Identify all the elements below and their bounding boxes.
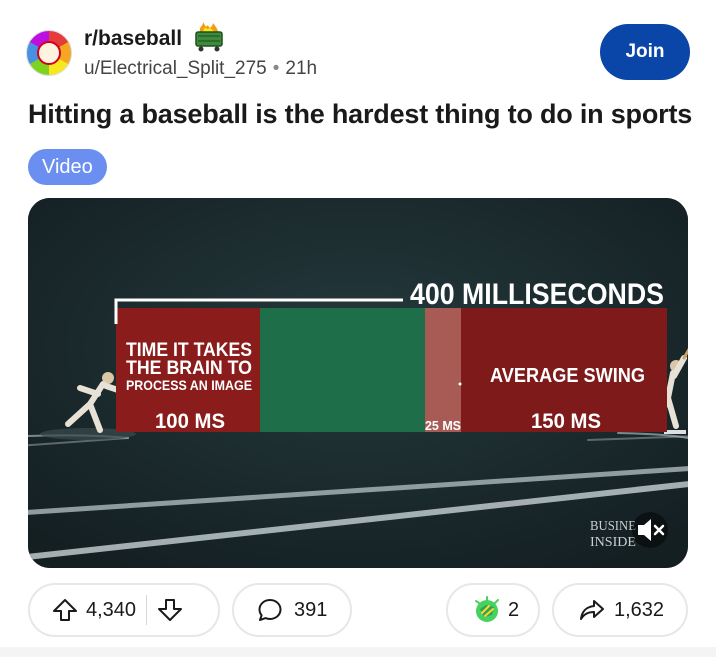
award-icon [472,595,502,625]
bottom-divider [0,647,716,657]
brain-label-line2: THE BRAIN TO [126,358,252,379]
post-meta: u/Electrical_Split_275 • 21h [84,58,317,80]
join-button[interactable]: Join [600,24,690,80]
video-player[interactable]: 400 MILLISECONDS TIME IT TAKES THE BRAIN… [28,198,688,568]
vote-pill: 4,340 [28,583,220,637]
share-count: 1,632 [614,598,665,621]
share-button[interactable]: 1,632 [552,583,688,637]
vote-divider [146,595,148,625]
comment-count: 391 [294,598,328,621]
upvote-icon[interactable] [52,597,78,623]
gap-segment [425,308,461,432]
brain-label-line3: PROCESS AN IMAGE [126,377,252,393]
watermark-logo: BUSINE INSIDE [590,519,636,550]
post-title[interactable]: Hitting a baseball is the hardest thing … [28,99,692,130]
comment-button[interactable]: 391 [232,583,352,637]
swing-label: AVERAGE SWING [490,365,645,387]
gap-ms-label: 25 MS [425,418,461,433]
upvote-count: 4,340 [86,598,137,621]
award-button[interactable]: 2 [446,583,540,637]
headline-text: 400 MILLISECONDS [410,278,664,311]
subreddit-name[interactable]: r/baseball [84,27,182,51]
brain-ms-label: 100 MS [155,410,225,433]
post-flair: Video [28,149,107,185]
subreddit-avatar[interactable] [26,30,72,76]
post-actions: 4,340 391 2 1,632 [28,583,688,639]
swing-ms-label: 150 MS [531,410,601,433]
award-count: 2 [508,598,520,621]
separator-dot: • [272,58,280,79]
downvote-icon[interactable] [157,597,183,623]
watermark-line2: INSIDE [590,535,636,550]
post-header: r/baseball u/Electrical_Split_275 • 21h Jo… [26,18,690,88]
comment-icon [256,596,284,624]
reaction-segment [260,308,425,432]
video-frame: 400 MILLISECONDS TIME IT TAKES THE BRAIN… [28,198,688,568]
watermark-line1: BUSINE [590,519,636,534]
mute-icon[interactable] [632,512,668,548]
share-icon [578,596,606,624]
dumpster-fire-badge-icon [195,22,223,52]
post-time: 21h [285,58,318,79]
author-name[interactable]: u/Electrical_Split_275 [84,58,267,79]
